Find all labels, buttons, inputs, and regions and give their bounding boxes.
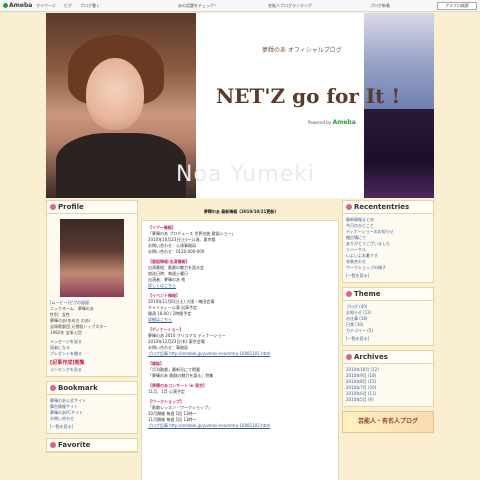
ameblo-search-button[interactable]: アメブロ検索 [437,2,477,10]
profile-line: 1982年 宝塚入団 [50,330,82,335]
entry-line: 「夢輝のあ 歌劇の魅力を語る」特集 [148,373,214,378]
photo-body [56,133,186,198]
brand-text: Ameba [9,2,33,9]
ameba-dot-icon [3,3,8,8]
recent-entry-link[interactable]: ワークショップの様子 [346,265,430,271]
header-photo-bottom-right [364,109,434,198]
topbar-promo-1[interactable]: あの話題をチェック！ [178,3,218,8]
left-column: Profile [ムービー]ピグの部屋 ニックネーム：夢輝のあ 性別：女性 夢輝… [46,200,138,457]
entry-link[interactable]: 詳しくはこちら [148,283,332,289]
profile-panel: Profile [ムービー]ピグの部屋 ニックネーム：夢輝のあ 性別：女性 夢輝… [46,200,138,377]
entry-section: 【雑誌】 「月刊歌劇」最新号にて掲載 「夢輝のあ 歌劇の魅力を語る」特集 [148,361,332,379]
entry-header: 夢輝のあ 最新情報 (2010/10/21更新) [141,208,339,216]
header-name-overlay: Noa Yumeki [176,162,316,187]
entry-line: お問い合わせ：0120-000-000 [148,249,205,254]
flower-icon [346,291,352,297]
powered-by-text: Powered by [308,120,332,125]
entry-date: (2010/10/21更新) [239,209,277,214]
theme-title: Theme [343,288,433,301]
topbar-promo-2[interactable]: 芸能人ブログランキング [268,3,312,8]
flower-icon [50,385,56,391]
topbar-link-pigg[interactable]: ピグ [64,3,72,8]
bookmark-item[interactable]: お問い合わせ [50,416,134,422]
bookmark-panel-title: Bookmark [47,382,137,395]
theme-link[interactable]: カテゴリー (5) [346,328,430,334]
header-main-photo [46,13,196,198]
send-present-link[interactable]: プレゼントを贈る [50,351,134,357]
profile-title-text: Profile [58,203,84,211]
recent-entries-title: Recententries [343,201,433,214]
photo-face [86,58,144,130]
recent-title-text: Recententries [354,203,410,211]
entry-body: 【ツアー情報】 「夢輝のあ プロデュース 世界名曲 歌謡ショー」 2010年10… [141,220,339,480]
profile-photo[interactable] [60,219,124,297]
entry-link[interactable]: ブログ記事 http://ameblo.jp/yumeki-noa/entry-… [148,351,332,357]
theme-panel: Theme ブログ (40) お知らせ (12) お仕事 (18) 日常 (10… [342,287,434,346]
blog-subtitle: 夢輝のあ オフィシャルブログ [262,47,342,54]
ranking-link[interactable]: ランキングを見る [50,367,134,373]
bookmark-panel: Bookmark 夢輝のあ公式サイト 舞台情報サイト 夢輝のあFCサイト お問い… [46,381,138,434]
favorite-panel-title: Favorite [47,439,137,452]
topbar-link-mypage[interactable]: マイページ [36,3,56,8]
entry-section: 【ワークショップ】 「歌劇レッスン・ワークショップ」 10月開催 毎週 1回 1… [148,399,332,429]
main-column: 夢輝のあ 最新情報 (2010/10/21更新) 【ツアー情報】 「夢輝のあ プ… [141,200,339,480]
entry-section: 【イベント情報】 2010年11月6日(土) 大阪・梅田会場 チャリティー公演 … [148,293,332,323]
ameba-logo[interactable]: Ameba [3,2,32,9]
archives-panel: Archives 2010年10月 (12) 2010年9月 (18) 2010… [342,350,434,407]
entry-line: 11月、1月 公演予定 [148,389,185,394]
stats-title: [記事作成]閲覧 [50,360,85,366]
blog-title[interactable]: NET'Z go for It ! [216,85,400,107]
archives-title-text: Archives [354,353,388,361]
powered-by: Powered by Ameba [308,119,356,126]
entry-link[interactable]: 詳細はこちら [148,317,332,323]
archive-link[interactable]: 2010年5月 (9) [346,397,430,403]
archives-title: Archives [343,351,433,364]
entry-section: 【番組情報/出演情報】 出演番組：歌劇の魅力を語る会 放送日時：毎週土曜日 出演… [148,259,332,289]
profile-panel-title: Profile [47,201,137,214]
celebrity-blog-banner[interactable]: 芸能人・有名人ブログ [342,411,434,433]
entry-section: 【夢輝のあコンサート in 東京】 11月、1月 公演予定 [148,383,332,395]
bookmark-more-link[interactable]: [一覧を見る] [50,424,134,430]
bookmark-title-text: Bookmark [58,384,98,392]
blog-header: 夢輝のあ オフィシャルブログ NET'Z go for It ! Powered… [46,13,434,198]
entry-link[interactable]: ブログ記事 http://ameblo.jp/yumeki-noa/entry-… [148,423,332,429]
powered-brand: Ameba [332,119,356,126]
flower-icon [50,442,56,448]
recent-more-link[interactable]: [一覧を見る] [346,273,430,279]
entry-title[interactable]: 夢輝のあ 最新情報 [204,208,237,216]
flower-icon [346,354,352,360]
entry-section: 【ディナーショー】 夢輝のあ 2010 クリスマス ディナーショー 2010年1… [148,327,332,357]
topbar-promo-3[interactable]: ブログ新着 [370,3,390,8]
favorite-title-text: Favorite [58,441,91,449]
theme-more-link[interactable]: [一覧を見る] [346,336,430,342]
topbar-link-write[interactable]: ブログ書く [80,3,100,8]
entry-section: 【ツアー情報】 「夢輝のあ プロデュース 世界名曲 歌謡ショー」 2010年10… [148,225,332,255]
theme-title-text: Theme [354,290,381,298]
favorite-panel: Favorite [46,438,138,453]
flower-icon [50,204,56,210]
right-column: Recententries 最新情報まとめ 今日のひとこと ディナーショーのお知… [342,200,434,433]
ameba-topbar: Ameba マイページ ピグ ブログ書く あの話題をチェック！ 芸能人ブログラン… [0,0,480,12]
recent-entries-panel: Recententries 最新情報まとめ 今日のひとこと ディナーショーのお知… [342,200,434,283]
flower-icon [346,204,352,210]
